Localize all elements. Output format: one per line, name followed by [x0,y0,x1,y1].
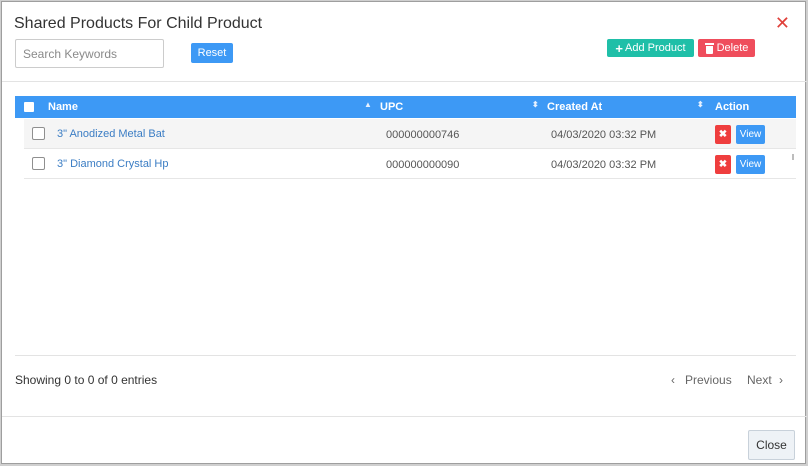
close-button[interactable]: Close [748,430,795,460]
product-created-at: 04/03/2020 03:32 PM [551,129,657,141]
chevron-right-icon[interactable]: › [779,373,783,387]
remove-icon[interactable]: ✖ [715,125,731,144]
shared-products-dialog: Shared Products For Child Product ✕ Rese… [1,1,807,464]
column-header-name[interactable]: Name [48,101,78,113]
sort-icon[interactable]: ⬍ [697,100,704,109]
product-name-link[interactable]: 3" Diamond Crystal Hp [57,158,169,170]
row-checkbox[interactable] [32,127,45,140]
delete-button[interactable]: Delete [698,39,755,57]
chevron-left-icon[interactable]: ‹ [671,373,675,387]
next-button[interactable]: Next [747,373,772,387]
column-header-created-at[interactable]: Created At [547,101,602,113]
table-row: 3" Diamond Crystal Hp 000000000090 04/03… [24,149,796,179]
delete-label: Delete [716,42,749,54]
remove-icon[interactable]: ✖ [715,155,731,174]
add-product-label: Add Product [625,42,686,54]
plus-icon: + [615,40,624,56]
product-upc: 000000000090 [386,159,460,171]
trash-icon [704,42,714,54]
table-header: Name ▲ UPC ⬍ Created At ⬍ Action [15,96,796,118]
view-button[interactable]: View [736,155,765,174]
footer-divider [2,416,807,417]
add-product-button[interactable]: + Add Product [607,39,694,57]
close-icon[interactable]: ✕ [775,14,790,32]
search-input[interactable] [15,39,164,68]
dialog-title: Shared Products For Child Product [14,15,263,32]
entries-info: Showing 0 to 0 of 0 entries [15,373,158,387]
table-row: 3" Anodized Metal Bat 000000000746 04/03… [24,119,796,149]
product-created-at: 04/03/2020 03:32 PM [551,159,657,171]
product-name-link[interactable]: 3" Anodized Metal Bat [57,128,165,140]
row-checkbox[interactable] [32,157,45,170]
view-button[interactable]: View [736,125,765,144]
table-footer-divider [15,355,796,356]
select-all-checkbox[interactable] [24,102,34,112]
header-divider [2,81,807,82]
previous-button[interactable]: Previous [685,373,732,387]
sort-icon[interactable]: ⬍ [532,100,539,109]
reset-button[interactable]: Reset [191,43,233,63]
scrollbar[interactable] [792,154,794,160]
column-header-action: Action [715,101,750,113]
column-header-upc[interactable]: UPC [380,101,403,113]
sort-asc-icon[interactable]: ▲ [364,100,372,109]
product-upc: 000000000746 [386,129,460,141]
